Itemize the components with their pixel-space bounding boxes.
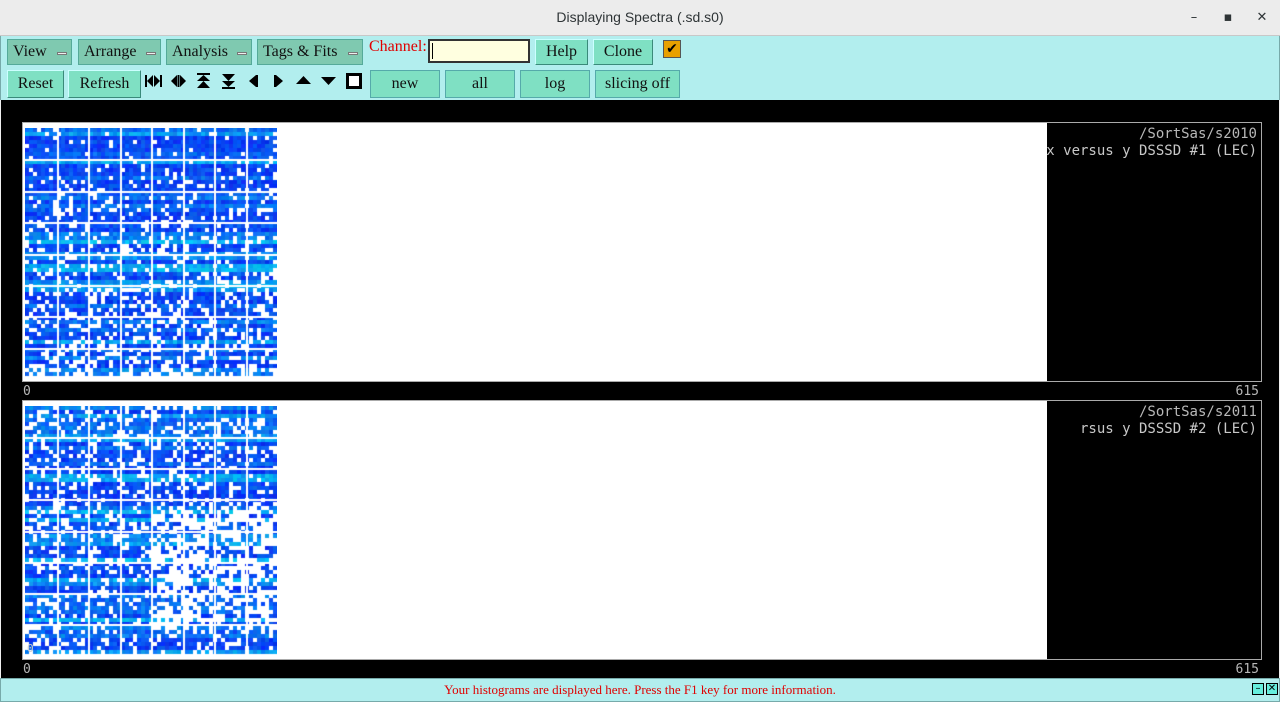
toolbar: View Arrange Analysis Tags & Fits Channe… bbox=[0, 36, 1280, 100]
expand-horizontal-icon[interactable] bbox=[168, 71, 189, 91]
reset-button[interactable]: Reset bbox=[7, 70, 64, 98]
menu-arrange-label: Arrange bbox=[84, 43, 137, 60]
all-button[interactable]: all bbox=[445, 70, 515, 98]
axis-1: 0 615 bbox=[23, 384, 1259, 399]
menu-analysis[interactable]: Analysis bbox=[166, 39, 252, 65]
status-message: Your histograms are displayed here. Pres… bbox=[444, 682, 836, 697]
axis-max-label: 615 bbox=[1235, 384, 1259, 399]
refresh-button[interactable]: Refresh bbox=[68, 70, 141, 98]
menu-view-label: View bbox=[13, 43, 47, 60]
spectrum-path: /SortSas/s2011 bbox=[1138, 404, 1257, 420]
menu-tags-fits[interactable]: Tags & Fits bbox=[257, 39, 363, 65]
prev-icon[interactable] bbox=[243, 71, 264, 91]
dropdown-icon bbox=[146, 52, 156, 55]
expand-down-icon[interactable] bbox=[218, 71, 239, 91]
heatmap-2[interactable] bbox=[25, 406, 277, 655]
channel-input[interactable] bbox=[428, 39, 530, 63]
up-icon[interactable] bbox=[293, 71, 314, 91]
axis-max-label: 615 bbox=[1235, 662, 1259, 677]
menu-tags-fits-label: Tags & Fits bbox=[263, 43, 338, 60]
axis-2: 0 615 bbox=[23, 662, 1259, 677]
spectrum-description: rsus y DSSSD #2 (LEC) bbox=[1079, 421, 1257, 437]
corner-label: 0 bbox=[27, 642, 34, 655]
spectrum-description: x versus y DSSSD #1 (LEC) bbox=[1046, 143, 1257, 159]
minimize-icon[interactable]: – bbox=[1252, 683, 1264, 695]
spectrum-panel-1[interactable]: /SortSas/s2010 x versus y DSSSD #1 (LEC) bbox=[22, 122, 1262, 382]
axis-min-label: 0 bbox=[23, 384, 31, 399]
maximize-button[interactable]: ▪ bbox=[1218, 8, 1238, 28]
channel-label: Channel: bbox=[369, 38, 427, 55]
slicing-button[interactable]: slicing off bbox=[595, 70, 680, 98]
menu-analysis-label: Analysis bbox=[172, 43, 228, 60]
clone-button[interactable]: Clone bbox=[593, 39, 653, 65]
heatmap-1[interactable] bbox=[25, 128, 277, 379]
next-icon[interactable] bbox=[268, 71, 289, 91]
checkbox[interactable]: ✔ bbox=[663, 40, 681, 58]
panel-info-area bbox=[1047, 123, 1261, 381]
down-icon[interactable] bbox=[318, 71, 339, 91]
panel-info-area bbox=[1047, 401, 1261, 659]
minimize-button[interactable]: – bbox=[1184, 8, 1204, 28]
spectrum-path: /SortSas/s2010 bbox=[1138, 126, 1257, 142]
menu-arrange[interactable]: Arrange bbox=[78, 39, 161, 65]
text-caret bbox=[432, 43, 433, 59]
dropdown-icon bbox=[348, 52, 358, 55]
window-title: Displaying Spectra (.sd.s0) bbox=[556, 9, 724, 25]
log-button[interactable]: log bbox=[520, 70, 590, 98]
dropdown-icon bbox=[57, 52, 67, 55]
spectrum-panel-2[interactable]: /SortSas/s2011 rsus y DSSSD #2 (LEC) 0 bbox=[22, 400, 1262, 660]
dropdown-icon bbox=[237, 52, 247, 55]
help-button[interactable]: Help bbox=[535, 39, 588, 65]
window-title-bar: Displaying Spectra (.sd.s0) – ▪ ✕ bbox=[0, 0, 1280, 36]
spectrum-display[interactable]: /SortSas/s2010 x versus y DSSSD #1 (LEC)… bbox=[1, 100, 1279, 678]
stop-icon[interactable] bbox=[343, 71, 364, 91]
close-icon[interactable]: ✕ bbox=[1266, 683, 1278, 695]
status-bar: Your histograms are displayed here. Pres… bbox=[0, 678, 1280, 702]
menu-view[interactable]: View bbox=[7, 39, 72, 65]
new-button[interactable]: new bbox=[370, 70, 440, 98]
expand-up-icon[interactable] bbox=[193, 71, 214, 91]
close-button[interactable]: ✕ bbox=[1252, 8, 1272, 28]
first-page-icon[interactable] bbox=[143, 71, 164, 91]
axis-min-label: 0 bbox=[23, 662, 31, 677]
